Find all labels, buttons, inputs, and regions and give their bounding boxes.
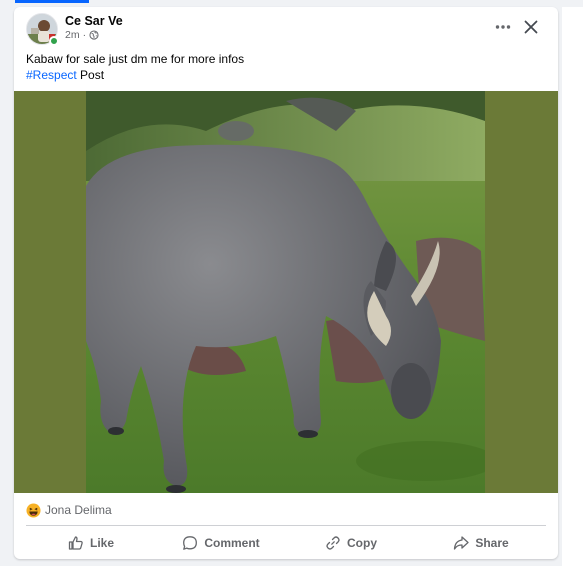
thumbs-up-icon [68,536,83,550]
more-options-button[interactable] [492,16,514,38]
post-actions: Like Comment Copy Share [26,529,546,557]
post-card: Ce Sar Ve 2m · Kabaw for sale just dm me… [14,7,558,559]
hashtag-link[interactable]: #Respect [26,68,77,82]
author-name[interactable]: Ce Sar Ve [65,14,123,28]
share-label: Share [475,536,509,550]
buffalo-photo[interactable] [86,91,485,493]
reactor-names[interactable]: Jona Delima [45,503,112,517]
like-button[interactable]: Like [26,529,156,557]
comment-button[interactable]: Comment [156,529,286,557]
actions-divider [26,525,546,526]
post-text-line2-rest: Post [76,68,105,82]
comment-label: Comment [204,536,260,550]
reactions-summary[interactable]: Jona Delima [26,501,112,519]
comment-icon [183,536,198,550]
globe-icon [89,30,99,40]
copy-label: Copy [347,536,377,550]
haha-reaction-icon [26,502,41,518]
more-dots-icon [495,25,511,29]
like-label: Like [89,536,114,550]
close-button[interactable] [520,16,542,38]
online-status-dot [49,36,59,46]
post-header: Ce Sar Ve 2m · [14,7,558,53]
share-button[interactable]: Share [416,529,546,557]
post-media[interactable] [14,91,558,493]
meta-separator: · [82,29,87,41]
post-text-line1: Kabaw for sale just dm me for more infos [26,52,245,66]
post-meta: 2m · [65,29,99,41]
active-tab-indicator [15,0,89,3]
scroll-gutter [562,7,583,566]
close-icon [524,20,538,34]
share-icon [454,536,469,550]
link-icon [326,536,340,550]
copy-button[interactable]: Copy [286,529,416,557]
post-time[interactable]: 2m [65,29,80,41]
post-text-line2: #Respect Post [26,68,104,82]
